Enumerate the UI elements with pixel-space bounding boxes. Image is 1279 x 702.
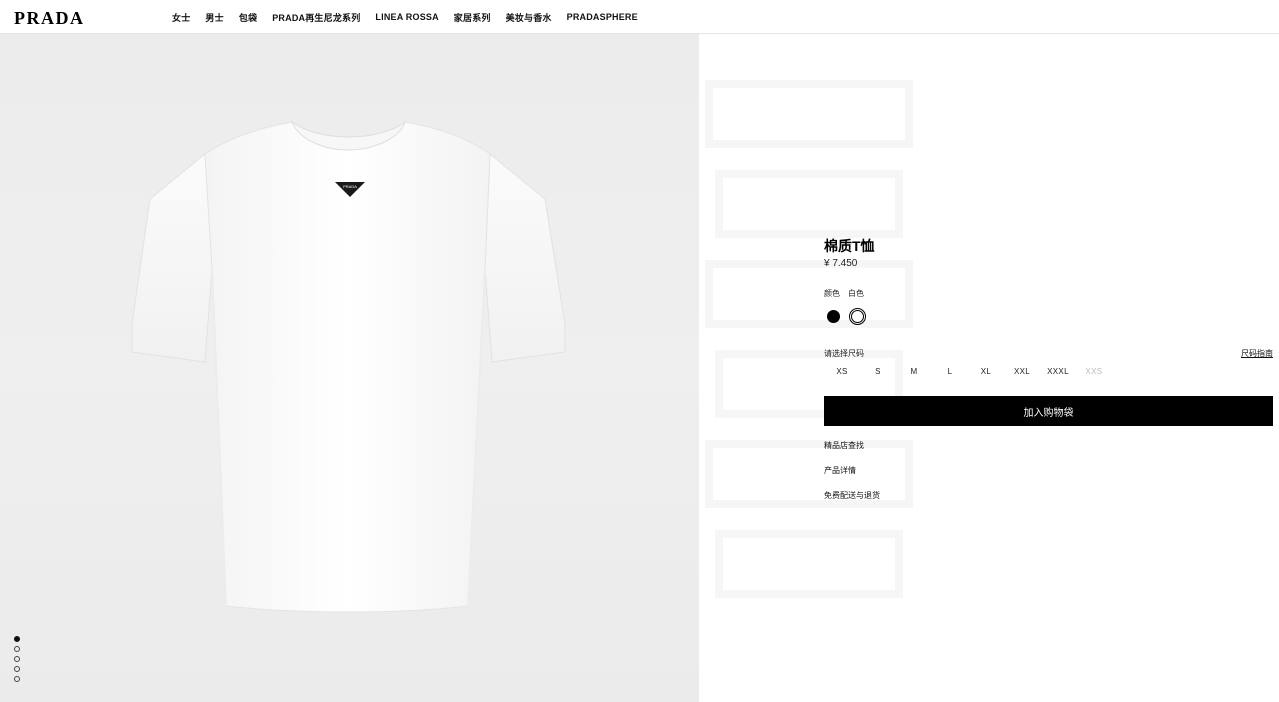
product-image-gallery[interactable]: PRADA xyxy=(0,34,699,702)
gallery-pagination xyxy=(14,636,20,682)
nav-item-women[interactable]: 女士 xyxy=(172,11,190,24)
size-options: XS S M L XL XXL XXXL XXS xyxy=(824,367,1112,376)
product-price: ¥ 7.450 xyxy=(824,258,858,269)
shipping-returns-link[interactable]: 免费配送与退货 xyxy=(824,490,880,501)
prada-logo[interactable]: PRADA xyxy=(14,8,85,29)
nav-item-bags[interactable]: 包袋 xyxy=(239,11,257,24)
main-nav: 女士 男士 包袋 PRADA再生尼龙系列 LINEA ROSSA 家居系列 美妆… xyxy=(172,0,653,34)
nav-item-pradasphere[interactable]: PRADASPHERE xyxy=(567,12,638,22)
swatch-black[interactable] xyxy=(827,310,840,323)
color-swatches xyxy=(827,308,866,325)
nav-item-men[interactable]: 男士 xyxy=(205,11,223,24)
gallery-dot[interactable] xyxy=(14,666,20,672)
size-option-unavailable: XXS xyxy=(1085,367,1103,376)
color-label: 颜色 xyxy=(824,289,840,298)
nav-item-home[interactable]: 家居系列 xyxy=(454,11,491,24)
svg-text:PRADA: PRADA xyxy=(343,184,357,189)
prada-pattern-watermark xyxy=(705,80,913,598)
gallery-dot[interactable] xyxy=(14,646,20,652)
product-info-panel: 棉质T恤 ¥ 7.450 颜色 白色 请选择尺码 尺码指南 XS S M L XL… xyxy=(699,34,1279,702)
nav-item-beauty[interactable]: 美妆与香水 xyxy=(506,11,552,24)
nav-item-linea-rossa[interactable]: LINEA ROSSA xyxy=(375,12,438,22)
size-select-label: 请选择尺码 xyxy=(824,349,864,358)
product-details-link[interactable]: 产品详情 xyxy=(824,465,856,476)
size-option[interactable]: XXXL xyxy=(1040,367,1076,376)
size-option[interactable]: L xyxy=(932,367,968,376)
size-option[interactable]: XS xyxy=(824,367,860,376)
gallery-dot[interactable] xyxy=(14,656,20,662)
product-image-tshirt: PRADA xyxy=(131,120,566,613)
swatch-white[interactable] xyxy=(849,308,866,325)
nav-item-re-nylon[interactable]: PRADA再生尼龙系列 xyxy=(272,11,360,24)
gallery-dot[interactable] xyxy=(14,636,20,642)
color-selection-label: 颜色 白色 xyxy=(824,288,864,299)
size-option[interactable]: XXL xyxy=(1004,367,1040,376)
site-header: PRADA 女士 男士 包袋 PRADA再生尼龙系列 LINEA ROSSA 家… xyxy=(0,0,1279,34)
store-locator-link[interactable]: 精品店查找 xyxy=(824,440,864,451)
size-option[interactable]: S xyxy=(860,367,896,376)
size-option[interactable]: XL xyxy=(968,367,1004,376)
size-guide-link[interactable]: 尺码指南 xyxy=(1241,348,1273,359)
add-to-bag-button[interactable]: 加入购物袋 xyxy=(824,396,1273,426)
gallery-dot[interactable] xyxy=(14,676,20,682)
size-option[interactable]: M xyxy=(896,367,932,376)
color-value: 白色 xyxy=(848,289,864,298)
product-title: 棉质T恤 xyxy=(824,238,875,254)
